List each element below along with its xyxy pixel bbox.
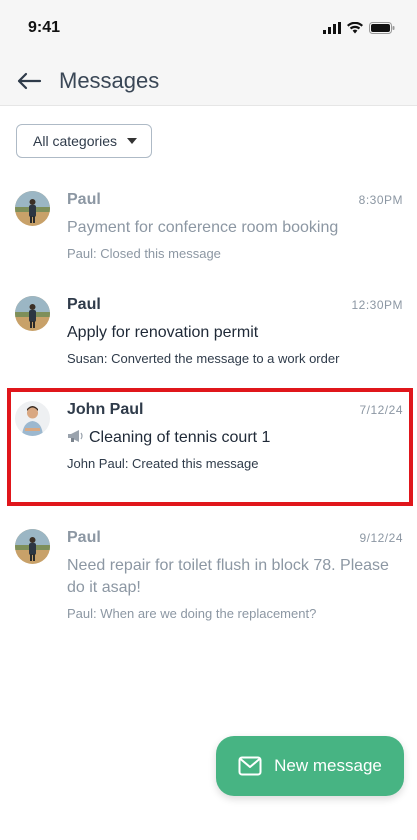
message-time: 9/12/24 <box>359 531 403 545</box>
message-subject: Cleaning of tennis court 1 <box>89 429 271 446</box>
megaphone-icon <box>68 430 83 442</box>
message-activity: Paul: When are we doing the replacement? <box>67 606 317 621</box>
wifi-icon <box>347 22 363 34</box>
message-subject: Apply for renovation permit <box>67 324 259 341</box>
new-message-button[interactable]: New message <box>216 736 404 796</box>
category-filter-dropdown[interactable]: All categories <box>16 124 153 158</box>
message-activity: Susan: Converted the message to a work o… <box>67 351 340 366</box>
sender-name: Paul <box>67 296 101 313</box>
avatar <box>15 296 50 331</box>
header: Messages <box>0 56 417 106</box>
message-time: 12:30PM <box>351 298 403 312</box>
message-subject-row: Cleaning of tennis court 1 <box>67 427 403 449</box>
message-item[interactable]: Paul 9/12/24 Need repair for toilet flus… <box>0 512 417 632</box>
message-activity: Paul: Closed this message <box>67 246 221 261</box>
sender-name: John Paul <box>67 401 144 418</box>
message-item[interactable]: Paul 8:30PM Payment for conference room … <box>0 174 417 279</box>
avatar <box>15 401 50 436</box>
avatar <box>15 191 50 226</box>
status-icons <box>323 22 395 34</box>
envelope-icon <box>238 756 262 776</box>
category-filter-label: All categories <box>33 133 118 149</box>
back-button[interactable] <box>16 66 46 96</box>
message-activity: John Paul: Created this message <box>67 456 259 471</box>
filter-row: All categories <box>0 106 417 174</box>
status-bar: 9:41 <box>0 0 417 56</box>
status-time: 9:41 <box>28 19 61 36</box>
message-time: 8:30PM <box>358 193 403 207</box>
message-subject: Payment for conference room booking <box>67 219 339 236</box>
message-item[interactable]: John Paul 7/12/24 Cleaning of tennis cou… <box>0 384 417 512</box>
signal-icon <box>323 22 341 34</box>
arrow-left-icon <box>17 72 42 89</box>
battery-icon <box>369 22 395 34</box>
message-list: Paul 8:30PM Payment for conference room … <box>0 174 417 632</box>
message-time: 7/12/24 <box>359 403 403 417</box>
sender-name: Paul <box>67 191 101 208</box>
new-message-label: New message <box>274 756 382 775</box>
message-subject: Need repair for toilet flush in block 78… <box>67 557 389 596</box>
avatar <box>15 529 50 564</box>
sender-name: Paul <box>67 529 101 546</box>
page-title: Messages <box>59 67 160 93</box>
message-item[interactable]: Paul 12:30PM Apply for renovation permit… <box>0 279 417 384</box>
caret-down-icon <box>127 138 138 144</box>
